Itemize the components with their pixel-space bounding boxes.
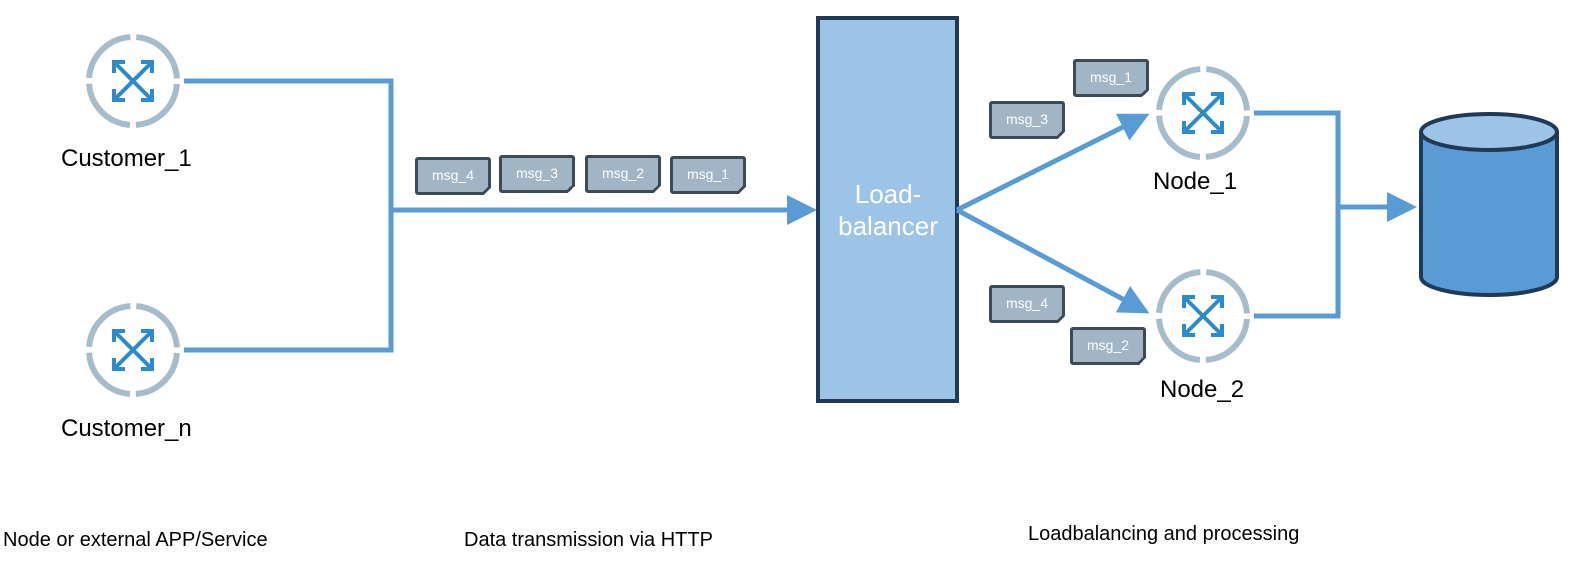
- message-card[interactable]: msg_1: [1073, 59, 1149, 97]
- customer-1-label: Customer_1: [61, 145, 192, 172]
- customer-n-node-icon[interactable]: [89, 306, 177, 394]
- architecture-diagram: [0, 16, 1559, 403]
- customer-1-node-icon[interactable]: [89, 37, 177, 125]
- node-1-label: Node_1: [1153, 168, 1238, 195]
- message-card[interactable]: msg_4: [989, 285, 1065, 323]
- connector-customer-1: [184, 78, 394, 353]
- caption-section-3: Loadbalancing and processing: [1028, 523, 1300, 545]
- loadbalancer-label-line-1: Load-: [854, 179, 922, 209]
- node-2-node-icon[interactable]: [1159, 272, 1247, 360]
- loadbalancer-label-line-2: balancer: [838, 211, 938, 241]
- message-card[interactable]: msg_2: [585, 155, 661, 193]
- caption-section-1: Node or external APP/Service: [3, 529, 268, 551]
- database-cylinder[interactable]: [1419, 112, 1559, 297]
- message-card[interactable]: msg_2: [1070, 327, 1146, 365]
- message-card[interactable]: msg_3: [989, 101, 1065, 139]
- caption-section-2: Data transmission via HTTP: [464, 529, 713, 551]
- message-card[interactable]: msg_3: [499, 155, 575, 193]
- customer-n-label: Customer_n: [61, 415, 192, 442]
- node-1-node-icon[interactable]: [1159, 69, 1247, 157]
- message-card[interactable]: msg_1: [670, 156, 746, 194]
- node-2-label: Node_2: [1160, 376, 1245, 403]
- loadbalancer-label: Load- balancer: [820, 178, 956, 242]
- connector-nodes-merge: [1254, 110, 1341, 319]
- message-card[interactable]: msg_4: [415, 157, 491, 195]
